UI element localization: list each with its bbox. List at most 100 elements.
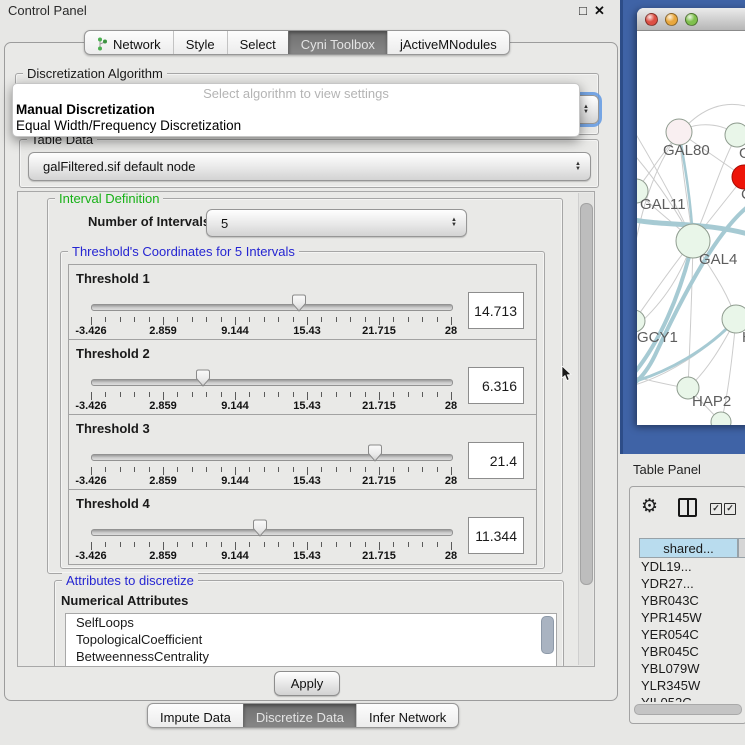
slider-track[interactable]	[91, 304, 453, 311]
tab-discretize-data-label: Discretize Data	[256, 710, 344, 725]
checkbox-checked-icon[interactable]: ✓	[710, 503, 722, 515]
slider-tick	[408, 542, 409, 547]
slider-tick	[120, 317, 121, 322]
table-row[interactable]: YLR345WYLR3	[639, 677, 745, 694]
interval-definition-title: Interval Definition	[55, 191, 163, 206]
slider-tick	[163, 467, 164, 475]
slider-tick	[408, 317, 409, 322]
slider-tick	[105, 392, 106, 397]
slider-tick	[249, 392, 250, 397]
cyni-toolbox-panel: Discretization Algorithm ▲▼ Table Data g…	[4, 42, 618, 701]
table-cell: YER0	[738, 626, 745, 643]
tab-impute-data[interactable]: Impute Data	[148, 704, 243, 727]
slider-tick	[437, 392, 438, 397]
tick-label: -3.426	[75, 475, 106, 487]
table-column-header-na[interactable]: na	[738, 538, 745, 558]
network-window-titlebar[interactable]	[637, 8, 745, 31]
number-of-intervals-combobox[interactable]: 5 ▲▼	[206, 209, 467, 237]
table-column-header-shared-[interactable]: shared...	[639, 538, 738, 558]
tab-jactivemnodules[interactable]: jActiveMNodules	[387, 31, 509, 54]
tab-select[interactable]: Select	[227, 31, 288, 54]
slider-tick	[293, 467, 294, 472]
table-row[interactable]: YBR045CYBR0	[639, 643, 745, 660]
network-node-ga[interactable]	[725, 123, 745, 147]
slider-thumb[interactable]	[252, 519, 268, 538]
table-row[interactable]: YPR145WYPR1	[639, 609, 745, 626]
table-horizontal-scrollbar[interactable]	[634, 704, 742, 715]
table-rows: YDL19...YDL1YDR27...YDR2YBR043CYBR0YPR14…	[639, 558, 745, 702]
table-data-combobox[interactable]: galFiltered.sif default node ▲▼	[28, 152, 591, 181]
tab-select-label: Select	[240, 37, 276, 52]
tab-cyni-toolbox[interactable]: Cyni Toolbox	[288, 31, 387, 54]
number-of-intervals-value: 5	[221, 210, 228, 236]
control-panel-titlebar: Control Panel □ ✕	[0, 0, 620, 22]
table-row[interactable]: YDL19...YDL1	[639, 558, 745, 575]
checkbox-checked-icon[interactable]: ✓	[724, 503, 736, 515]
tick-label: 15.43	[293, 550, 321, 562]
traffic-light-close-icon[interactable]	[645, 13, 658, 26]
slider-tick	[91, 317, 92, 325]
columns-icon[interactable]	[678, 498, 697, 517]
slider-tick	[336, 317, 337, 322]
network-node-label: GA	[739, 145, 745, 162]
network-node[interactable]	[711, 412, 731, 425]
control-panel-tabbar: NetworkStyle Select Cyni ToolboxjActiveMNo…	[84, 30, 510, 55]
slider-track[interactable]	[91, 379, 453, 386]
network-node-label: C	[741, 186, 745, 203]
table-row[interactable]: YER054CYER0	[639, 626, 745, 643]
slider-tick	[264, 542, 265, 547]
table-cell: YBR0	[738, 643, 745, 660]
settings-scrollbar-track[interactable]	[578, 193, 593, 665]
slider-tick	[393, 467, 394, 472]
attribute-list-item[interactable]: TopologicalCoefficient	[66, 631, 556, 648]
attribute-list-item[interactable]: SelfLoops	[66, 614, 556, 631]
apply-button[interactable]: Apply	[274, 671, 340, 696]
tab-style[interactable]: Style	[173, 31, 227, 54]
tab-network[interactable]: Network	[85, 31, 173, 54]
slider-tick	[221, 542, 222, 547]
slider-tick	[120, 542, 121, 547]
algorithm-option-manual-discretization[interactable]: Manual Discretization	[15, 102, 577, 118]
threshold-value-field[interactable]: 6.316	[468, 367, 524, 404]
threshold-value-field[interactable]: 14.713	[468, 292, 524, 329]
list-scrollbar[interactable]	[541, 616, 554, 654]
slider-tick	[264, 467, 265, 472]
algorithm-option-equal-width-frequency-discretization[interactable]: Equal Width/Frequency Discretization	[15, 118, 577, 134]
screenshot-root: Control Panel □ ✕ NetworkStyle Select Cyni…	[0, 0, 745, 745]
table-cell: YDR27...	[639, 575, 738, 592]
table-data-group: Table Data galFiltered.sif default node …	[19, 139, 599, 188]
close-icon[interactable]: ✕	[594, 3, 605, 19]
numerical-attributes-list[interactable]: SelfLoopsTopologicalCoefficientBetweenne…	[65, 613, 557, 667]
traffic-light-minimize-icon[interactable]	[665, 13, 678, 26]
table-panel-title: Table Panel	[633, 462, 701, 477]
network-canvas[interactable]: GAL80GACGAL11GAL4HGCY1HAP2	[637, 31, 745, 425]
gear-icon[interactable]: ⚙	[641, 495, 658, 518]
threshold-value-field[interactable]: 21.4	[468, 442, 524, 479]
table-cell: YBL0	[738, 660, 745, 677]
table-row[interactable]: YBR043CYBR0	[639, 592, 745, 609]
traffic-light-zoom-icon[interactable]	[685, 13, 698, 26]
slider-tick	[235, 467, 236, 475]
attribute-list-item[interactable]: BetweennessCentrality	[66, 648, 556, 665]
slider-tick	[149, 542, 150, 547]
slider-thumb[interactable]	[195, 369, 211, 388]
float-window-icon[interactable]: □	[579, 3, 587, 18]
slider-tick	[206, 467, 207, 472]
tab-infer-network[interactable]: Infer Network	[356, 704, 458, 727]
threshold-value-field[interactable]: 11.344	[468, 517, 524, 554]
slider-track[interactable]	[91, 454, 453, 461]
slider-thumb[interactable]	[367, 444, 383, 463]
slider-thumb[interactable]	[291, 294, 307, 313]
table-cell: YIL0	[738, 694, 745, 702]
table-row[interactable]: YIL052CYIL0	[639, 694, 745, 702]
tick-label: 15.43	[293, 400, 321, 412]
combo-stepper-icon: ▲▼	[575, 162, 581, 172]
tick-label: 15.43	[293, 475, 321, 487]
tab-discretize-data[interactable]: Discretize Data	[243, 704, 356, 727]
table-row[interactable]: YBL079WYBL0	[639, 660, 745, 677]
slider-tick	[350, 542, 351, 547]
table-row[interactable]: YDR27...YDR2	[639, 575, 745, 592]
slider-track[interactable]	[91, 529, 453, 536]
slider-tick	[91, 467, 92, 475]
settings-scrollbar-thumb[interactable]	[580, 203, 593, 585]
